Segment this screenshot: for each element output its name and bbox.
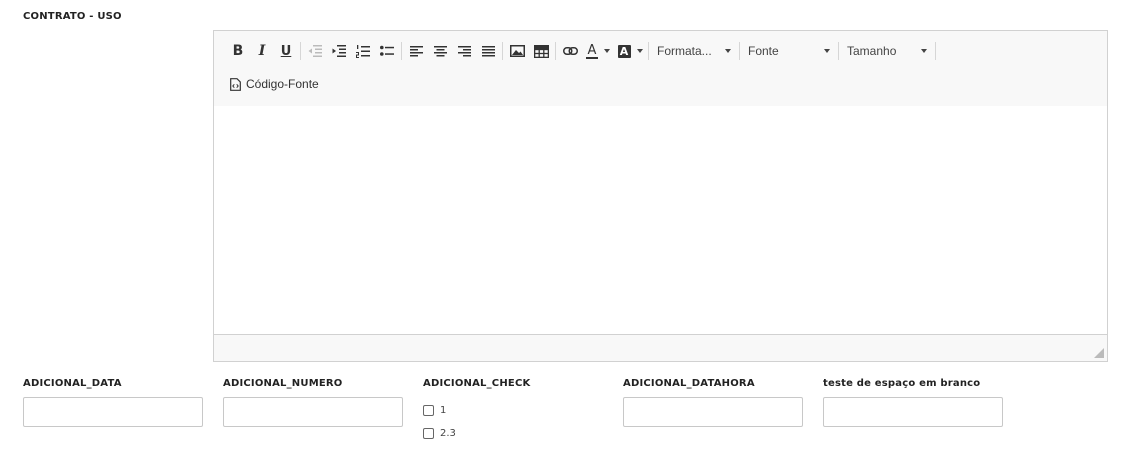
chevron-down-icon (636, 49, 643, 53)
align-left-icon (409, 45, 423, 56)
checkbox-label: 2.3 (440, 428, 456, 439)
source-code-label: Código-Fonte (246, 77, 319, 91)
outdent-button[interactable] (303, 39, 327, 63)
toolbar-separator (555, 42, 556, 60)
checkbox-label: 1 (440, 405, 447, 416)
chevron-down-icon (604, 49, 610, 53)
link-icon (562, 47, 578, 55)
source-code-button[interactable]: Código-Fonte (226, 72, 323, 96)
toolbar-separator (648, 42, 649, 60)
numbered-list-button[interactable] (351, 39, 375, 63)
chevron-down-icon (824, 49, 830, 53)
image-icon (509, 45, 525, 57)
align-center-icon (433, 45, 447, 56)
field-label: ADICIONAL_DATAHORA (623, 378, 755, 389)
toolbar-separator (300, 42, 301, 60)
format-dropdown[interactable]: Formata... (651, 39, 737, 63)
align-left-button[interactable] (404, 39, 428, 63)
insert-link-button[interactable] (558, 39, 582, 63)
adicional-data-input[interactable] (23, 397, 203, 427)
field-adicional-check: ADICIONAL_CHECK 1 2.3 (423, 378, 531, 439)
resize-handle-icon[interactable] (1094, 348, 1104, 358)
rich-text-editor[interactable]: B I U A A Formata... Fonte Tamanho Códig… (213, 30, 1108, 362)
text-color-button[interactable]: A (582, 39, 614, 63)
field-adicional-data: ADICIONAL_DATA (23, 378, 203, 427)
insert-table-button[interactable] (529, 39, 553, 63)
table-icon (533, 44, 549, 58)
field-label: teste de espaço em branco (823, 378, 981, 389)
indent-icon (332, 45, 346, 57)
outdent-icon (308, 45, 322, 57)
field-adicional-datahora: ADICIONAL_DATAHORA (623, 378, 803, 427)
chevron-down-icon (725, 49, 731, 53)
section-title: CONTRATO - USO (23, 11, 122, 22)
font-dropdown-label: Fonte (748, 44, 779, 58)
checkbox-option[interactable]: 2.3 (423, 428, 456, 439)
insert-image-button[interactable] (505, 39, 529, 63)
checkbox-option[interactable]: 1 (423, 405, 446, 416)
field-label: ADICIONAL_DATA (23, 378, 122, 389)
align-center-button[interactable] (428, 39, 452, 63)
size-dropdown[interactable]: Tamanho (841, 39, 933, 63)
field-label: ADICIONAL_NUMERO (223, 378, 343, 389)
font-dropdown[interactable]: Fonte (742, 39, 836, 63)
bold-button[interactable]: B (226, 39, 250, 63)
align-justify-icon (481, 45, 495, 56)
size-dropdown-label: Tamanho (847, 44, 897, 58)
teste-espaco-input[interactable] (823, 397, 1003, 427)
bold-icon: B (232, 43, 244, 59)
numbered-list-icon (356, 44, 370, 58)
checkbox[interactable] (423, 405, 434, 416)
checkbox[interactable] (423, 428, 434, 439)
field-label: ADICIONAL_CHECK (423, 378, 531, 389)
toolbar-row-2: Código-Fonte (226, 72, 323, 96)
italic-icon: I (258, 43, 266, 59)
source-code-icon (230, 77, 241, 91)
toolbar-separator (838, 42, 839, 60)
format-dropdown-label: Formata... (657, 44, 712, 58)
toolbar-separator (502, 42, 503, 60)
chevron-down-icon (921, 49, 927, 53)
field-teste-espaco: teste de espaço em branco (823, 378, 1003, 427)
bullet-list-icon (380, 45, 394, 56)
toolbar-separator (935, 42, 936, 60)
underline-button[interactable]: U (274, 39, 298, 63)
adicional-datahora-input[interactable] (623, 397, 803, 427)
field-adicional-numero: ADICIONAL_NUMERO (223, 378, 403, 427)
background-color-button[interactable]: A (614, 39, 646, 63)
align-justify-button[interactable] (476, 39, 500, 63)
toolbar-row-1: B I U A A Formata... Fonte Tamanho (226, 39, 938, 63)
underline-icon: U (280, 43, 292, 59)
align-right-icon (457, 45, 471, 56)
align-right-button[interactable] (452, 39, 476, 63)
toolbar-separator (401, 42, 402, 60)
adicional-numero-input[interactable] (223, 397, 403, 427)
editor-content-area[interactable] (214, 106, 1107, 336)
text-color-icon: A (586, 44, 610, 59)
indent-button[interactable] (327, 39, 351, 63)
toolbar-separator (739, 42, 740, 60)
background-color-icon: A (617, 44, 643, 58)
editor-toolbar: B I U A A Formata... Fonte Tamanho Códig… (214, 31, 1107, 107)
bullet-list-button[interactable] (375, 39, 399, 63)
editor-statusbar (214, 334, 1107, 361)
italic-button[interactable]: I (250, 39, 274, 63)
